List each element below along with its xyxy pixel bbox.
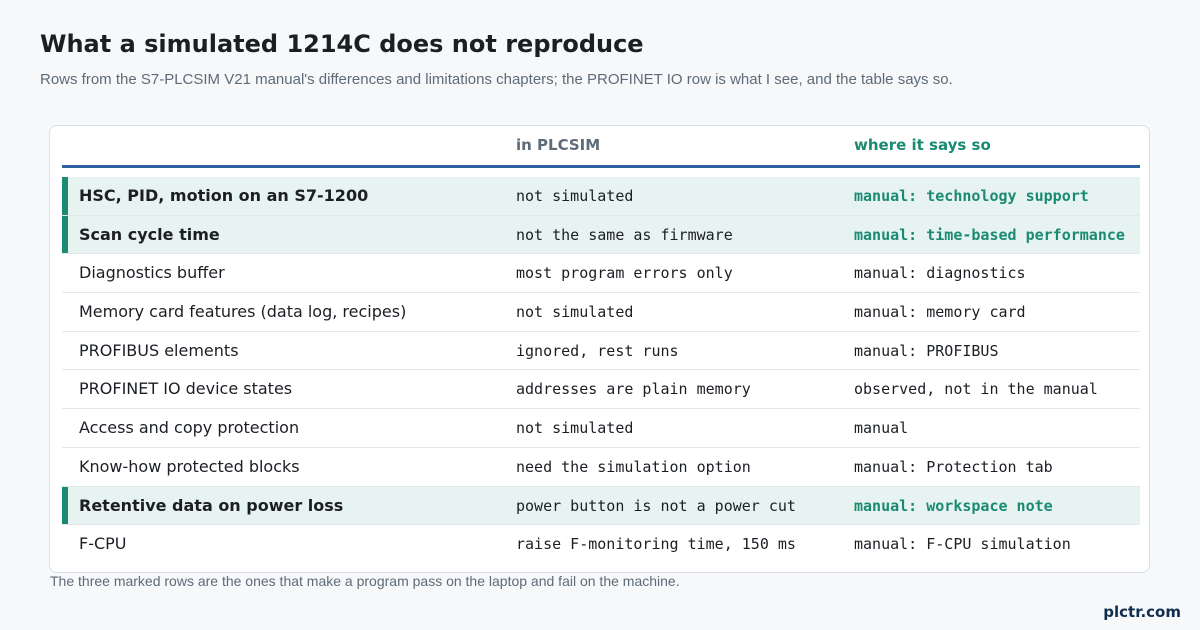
limitations-table: in PLCSIM where it says so HSC, PID, mot… bbox=[49, 125, 1150, 573]
row-plcsim-behavior: power button is not a power cut bbox=[516, 496, 796, 515]
row-source: manual: PROFIBUS bbox=[854, 341, 999, 360]
brand-link[interactable]: plctr.com bbox=[1103, 603, 1181, 621]
table-row: PROFINET IO device states addresses are … bbox=[62, 370, 1140, 410]
table-row: F-CPU raise F-monitoring time, 150 ms ma… bbox=[62, 525, 1140, 564]
row-item: PROFINET IO device states bbox=[79, 379, 293, 399]
row-item: PROFIBUS elements bbox=[79, 340, 239, 360]
row-plcsim-behavior: raise F-monitoring time, 150 ms bbox=[516, 535, 796, 554]
table-row: Retentive data on power loss power butto… bbox=[62, 486, 1140, 526]
row-plcsim-behavior: not simulated bbox=[516, 187, 634, 205]
row-item: Memory card features (data log, recipes) bbox=[79, 302, 407, 322]
row-plcsim-behavior: not simulated bbox=[516, 303, 634, 322]
row-source: manual: memory card bbox=[854, 303, 1026, 322]
page-title: What a simulated 1214C does not reproduc… bbox=[40, 30, 644, 58]
row-source: manual bbox=[854, 419, 909, 438]
row-source: manual: F-CPU simulation bbox=[854, 535, 1071, 554]
table-row: Memory card features (data log, recipes)… bbox=[62, 293, 1140, 332]
table-row: Diagnostics buffer most program errors o… bbox=[62, 254, 1140, 294]
row-item: Retentive data on power loss bbox=[79, 495, 344, 515]
row-plcsim-behavior: not the same as firmware bbox=[516, 225, 733, 244]
row-item: HSC, PID, motion on an S7-1200 bbox=[79, 186, 369, 205]
row-source: manual: time-based performance bbox=[854, 225, 1125, 244]
row-source: manual: diagnostics bbox=[854, 264, 1026, 283]
row-source: manual: Protection tab bbox=[854, 457, 1053, 476]
row-source: manual: workspace note bbox=[854, 496, 1053, 515]
table-header: in PLCSIM where it says so bbox=[62, 126, 1140, 168]
row-plcsim-behavior: not simulated bbox=[516, 419, 634, 438]
row-marker bbox=[62, 215, 68, 254]
row-plcsim-behavior: addresses are plain memory bbox=[516, 380, 751, 399]
table-row: PROFIBUS elements ignored, rest runs man… bbox=[62, 332, 1140, 371]
row-marker bbox=[62, 486, 68, 525]
table-row: Access and copy protection not simulated… bbox=[62, 409, 1140, 448]
row-plcsim-behavior: need the simulation option bbox=[516, 457, 751, 476]
page: What a simulated 1214C does not reproduc… bbox=[0, 0, 1200, 630]
table-row: Know-how protected blocks need the simul… bbox=[62, 448, 1140, 487]
table-row: Scan cycle time not the same as firmware… bbox=[62, 215, 1140, 255]
footnote: The three marked rows are the ones that … bbox=[50, 573, 680, 589]
row-plcsim-behavior: most program errors only bbox=[516, 264, 733, 283]
table-body: HSC, PID, motion on an S7-1200 not simul… bbox=[62, 177, 1140, 564]
table-row: HSC, PID, motion on an S7-1200 not simul… bbox=[62, 177, 1140, 216]
row-source: manual: technology support bbox=[854, 187, 1089, 205]
row-item: Diagnostics buffer bbox=[79, 263, 225, 283]
row-item: Scan cycle time bbox=[79, 224, 220, 244]
row-marker bbox=[62, 177, 68, 215]
row-plcsim-behavior: ignored, rest runs bbox=[516, 341, 679, 360]
page-subtitle: Rows from the S7-PLCSIM V21 manual's dif… bbox=[40, 71, 953, 88]
row-item: Know-how protected blocks bbox=[79, 456, 300, 476]
row-item: Access and copy protection bbox=[79, 418, 300, 438]
row-source: observed, not in the manual bbox=[854, 380, 1098, 399]
column-header-source: where it says so bbox=[854, 136, 991, 154]
row-item: F-CPU bbox=[79, 534, 127, 554]
column-header-in-plcsim: in PLCSIM bbox=[516, 136, 601, 154]
